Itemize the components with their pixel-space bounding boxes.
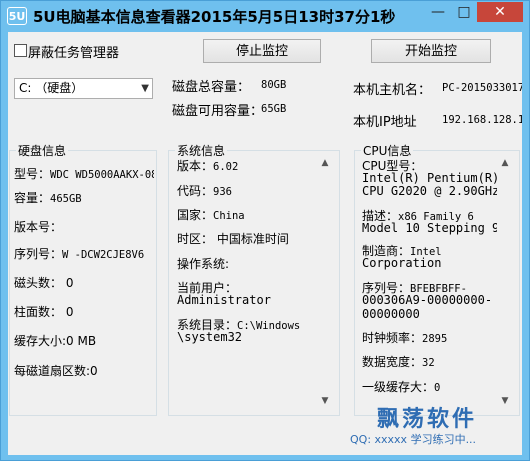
minimize-button[interactable]: — [425,2,451,22]
cpu-width-row: 数据宽度：32 [362,353,435,370]
maximize-button[interactable]: □ [451,2,477,22]
cpu-clock-row: 时钟频率：2895 [362,329,447,346]
disk-model-label: 型号： [14,167,51,181]
disk-capacity-row: 容量：465GB [14,189,82,206]
hostname-label: 本机主机名： [353,83,432,98]
disk-total-value: 80GB [261,79,287,91]
cpu-clock-value: 2895 [422,333,448,345]
scroll-up-icon[interactable]: ▲ [498,156,512,170]
disk-serial-label: 序列号： [14,247,63,261]
cpu-l1-value: 0 [434,382,441,394]
cpu-l1-row: 一级缓存大：0 [362,378,440,395]
client-area: 屏蔽任务管理器 停止监控 开始监控 C: （硬盘） ▼ 磁盘总容量： 80GB … [8,32,522,455]
cpu-serial-value-2: 000306A9-00000000- [362,293,493,307]
sys-country-label: 国家： [177,208,214,222]
sys-code-value: 936 [213,186,232,198]
disk-cylinders: 柱面数： 0 [14,305,74,319]
disk-info-content: 型号：WDC WD5000AAKX-08 容量：465GB 版本号： 序列号：W… [14,156,154,414]
cpu-width-label: 数据宽度： [362,355,423,369]
cpu-info-scrollbar[interactable]: ▲ ▼ [498,156,512,412]
start-monitor-button[interactable]: 开始监控 [371,39,491,63]
disk-serial-value: W -DCW2CJE8V6 [62,249,145,261]
chevron-down-icon[interactable]: ▼ [141,79,149,98]
stop-monitor-button[interactable]: 停止监控 [203,39,321,63]
cpu-type-value-2: CPU G2020 @ 2.90GHz [362,184,497,198]
disk-free-value: 65GB [261,103,287,115]
scroll-down-icon[interactable]: ▼ [498,394,512,408]
disk-capacity-value: 465GB [50,193,82,205]
sys-version-value: 6.02 [213,161,239,173]
hostname-value: PC-2015033017 [442,82,522,94]
disk-sectors: 每磁道扇区数:0 [14,364,98,378]
sys-version-label: 版本： [177,159,214,173]
disk-cache: 缓存大小:0 MB [14,334,97,348]
disk-serial-row: 序列号：W -DCW2CJE8V6 [14,245,144,262]
scroll-down-icon[interactable]: ▼ [318,394,332,408]
disk-capacity-label: 容量： [14,191,51,205]
sys-os-label: 操作系统: [177,257,230,271]
sys-timezone: 时区： 中国标准时间 [177,232,289,246]
sys-dir-value-1: C:\Windows [237,320,301,332]
disk-select-value: C: （硬盘） [19,81,84,95]
disk-total-label: 磁盘总容量： [172,80,251,95]
cpu-desc-value-2: Model 10 Stepping 9 [362,221,497,235]
sys-version-row: 版本：6.02 [177,157,238,174]
cpu-type-value-1: Intel(R) Pentium(R) [362,171,497,185]
hide-task-manager-checkbox[interactable] [14,44,27,57]
system-info-scrollbar[interactable]: ▲ ▼ [318,156,332,412]
disk-model-row: 型号：WDC WD5000AAKX-08 [14,165,154,182]
hide-task-manager-label[interactable]: 屏蔽任务管理器 [28,42,119,61]
app-window: 5U 5U电脑基本信息查看器2015年5月5日13时37分1秒 — □ ✕ 屏蔽… [0,0,530,461]
disk-select[interactable]: C: （硬盘） ▼ [14,78,153,99]
disk-model-value: WDC WD5000AAKX-08 [50,169,154,181]
cpu-info-content: CPU型号： Intel(R) Pentium(R) CPU G2020 @ 2… [362,156,497,414]
close-button[interactable]: ✕ [477,2,523,22]
system-info-content: 版本：6.02 代码：936 国家：China 时区： 中国标准时间 操作系统:… [177,156,317,414]
title-bar[interactable]: 5U 5U电脑基本信息查看器2015年5月5日13时37分1秒 — □ ✕ [1,1,529,31]
disk-free-label: 磁盘可用容量： [172,104,264,119]
ip-label: 本机IP地址 [353,115,417,130]
cpu-serial-value-3: 00000000 [362,307,420,321]
sys-country-value: China [213,210,245,222]
ip-value: 192.168.128.1 [442,114,522,126]
sys-dir-value-2: \system32 [177,330,243,344]
window-title: 5U电脑基本信息查看器2015年5月5日13时37分1秒 [33,8,396,26]
cpu-maker-value-2: Corporation [362,256,442,270]
sys-code-label: 代码： [177,184,214,198]
cpu-l1-label: 一级缓存大： [362,380,435,394]
sys-code-row: 代码：936 [177,182,232,199]
sys-country-row: 国家：China [177,206,245,223]
app-icon: 5U [7,7,27,25]
sys-user-value: Administrator [177,293,271,307]
qq-contact: QQ: xxxxx 学习练习中... [350,433,477,446]
cpu-clock-label: 时钟频率： [362,331,423,345]
disk-version-label: 版本号： [14,220,63,234]
cpu-width-value: 32 [422,357,435,369]
disk-heads: 磁头数： 0 [14,276,74,290]
brand-logo-text: 飘荡软件 [377,407,478,432]
scroll-up-icon[interactable]: ▲ [318,156,332,170]
